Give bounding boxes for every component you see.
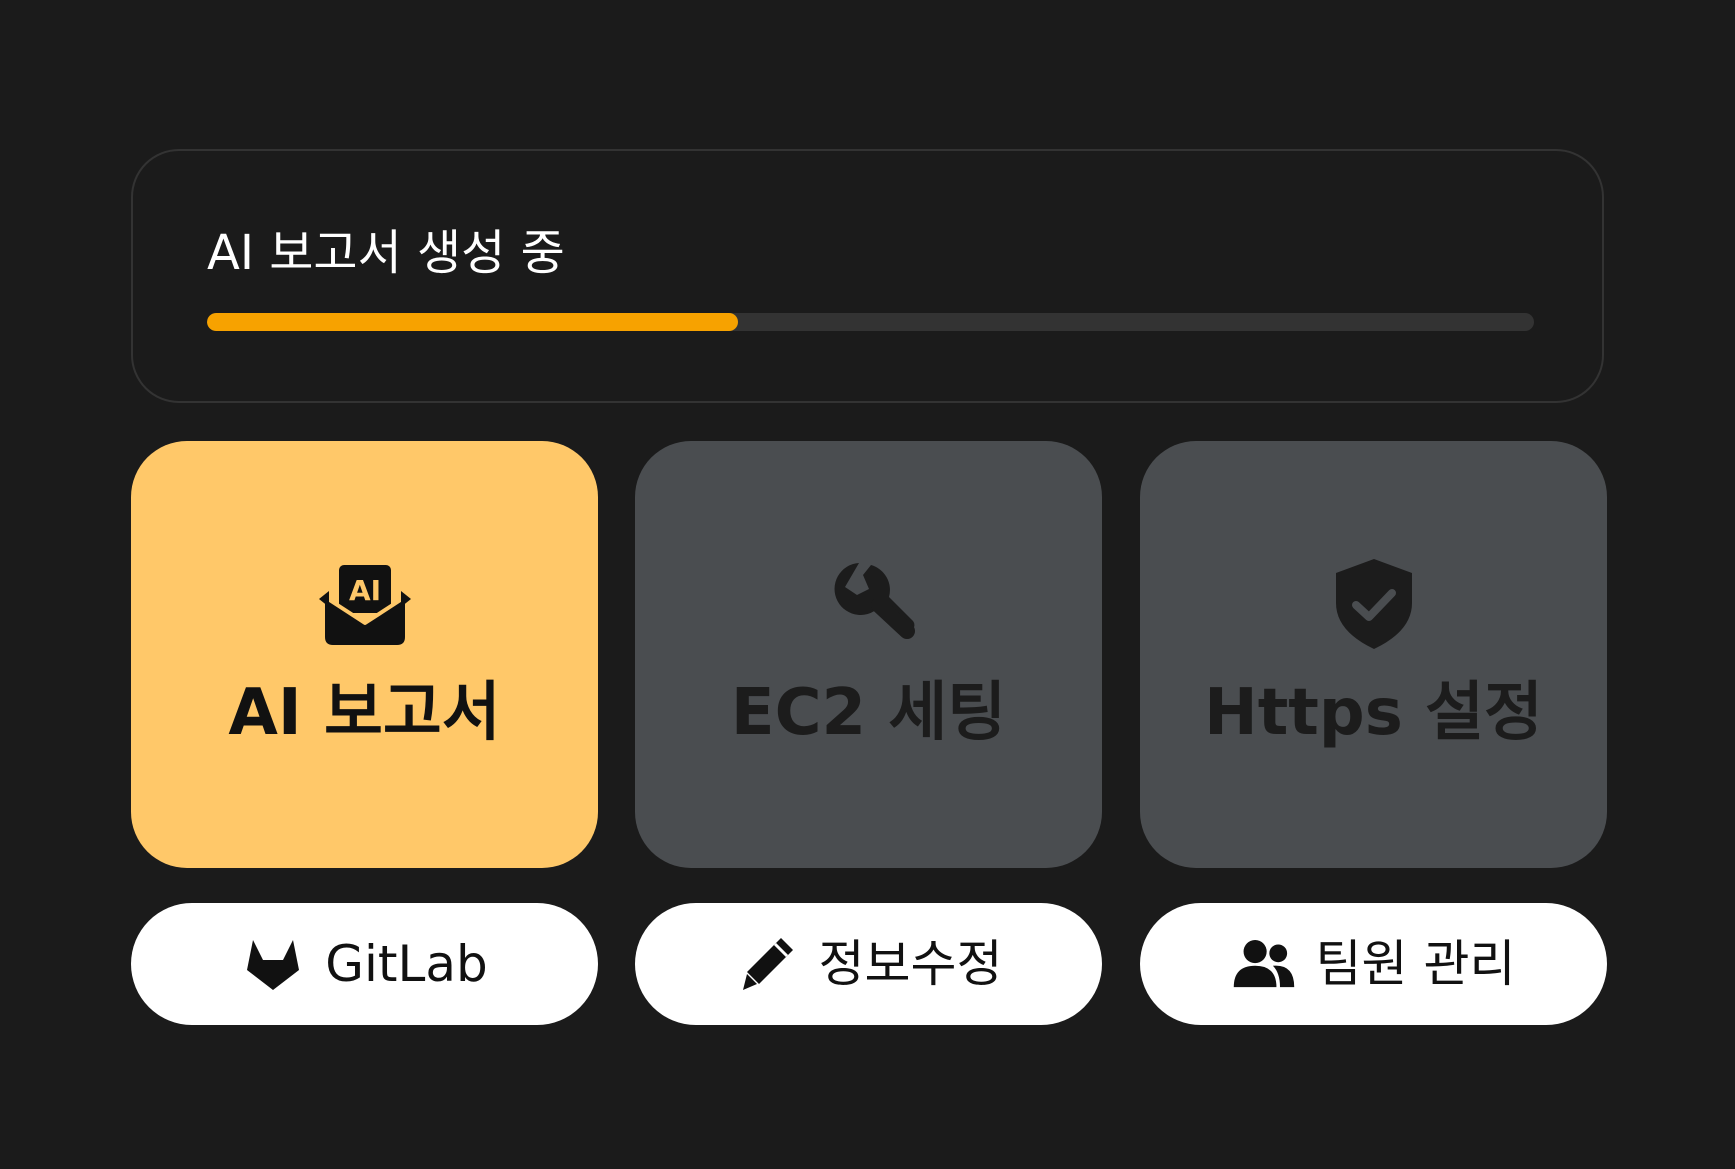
pill-label: 정보수정	[818, 935, 1003, 993]
progress-fill	[207, 313, 738, 331]
tile-https-settings[interactable]: Https 설정	[1140, 441, 1607, 868]
tile-ai-report[interactable]: AI AI 보고서	[131, 441, 598, 868]
pill-label: GitLab	[325, 935, 488, 993]
ai-envelope-icon: AI	[315, 553, 415, 653]
tile-label: AI 보고서	[228, 676, 501, 750]
report-progress-panel: AI 보고서 생성 중	[131, 149, 1604, 403]
app-page: AI 보고서 생성 중 AI AI 보고서 EC2 세팅 Https 설정 Gi…	[0, 0, 1735, 1169]
svg-text:AI: AI	[348, 574, 380, 607]
pill-label: 팀원 관리	[1315, 935, 1516, 993]
shield-check-icon	[1324, 553, 1424, 653]
progress-track	[207, 313, 1534, 331]
team-management-button[interactable]: 팀원 관리	[1140, 903, 1607, 1025]
pencil-icon	[735, 932, 799, 996]
tile-label: EC2 세팅	[730, 676, 1007, 750]
edit-info-button[interactable]: 정보수정	[635, 903, 1102, 1025]
tile-label: Https 설정	[1204, 676, 1543, 750]
tile-ec2-setup[interactable]: EC2 세팅	[635, 441, 1102, 868]
gitlab-icon	[241, 932, 305, 996]
progress-title: AI 보고서 생성 중	[207, 225, 565, 281]
wrench-icon	[819, 553, 919, 653]
users-icon	[1232, 932, 1296, 996]
gitlab-button[interactable]: GitLab	[131, 903, 598, 1025]
